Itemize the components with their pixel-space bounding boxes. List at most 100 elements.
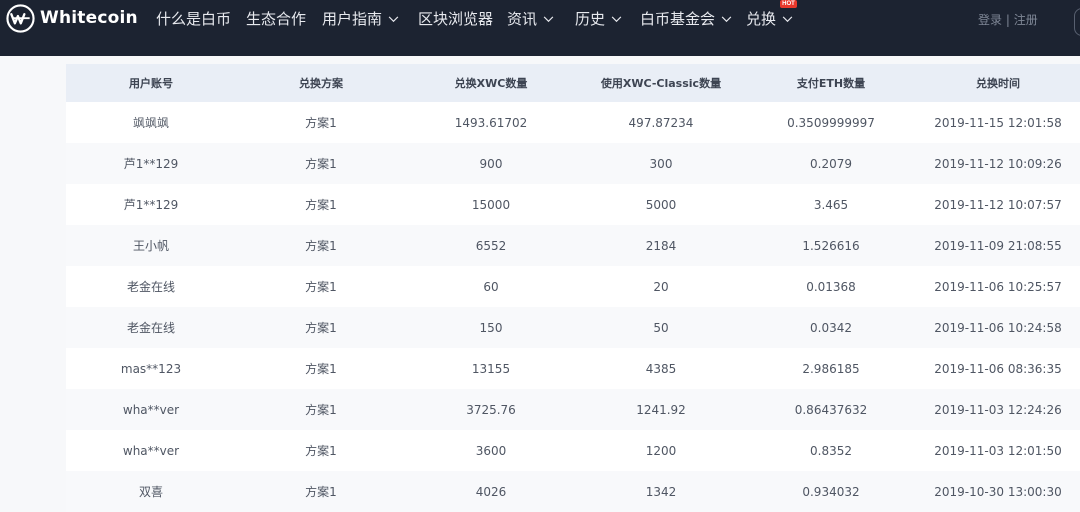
cell-plan: 方案1 [305, 321, 337, 335]
chevron-down-icon [543, 15, 554, 22]
chevron-down-icon [721, 15, 732, 22]
cell-eth-paid: 2.986185 [802, 361, 860, 376]
nav-item-foundation[interactable]: 白币基金会 [640, 8, 732, 30]
cell-xwc-classic-amount: 300 [649, 156, 673, 171]
cell-exchange-time: 2019-11-12 10:09:26 [934, 156, 1062, 171]
nav-item-label: 区块浏览器 [418, 10, 494, 28]
brand-name: Whitecoin [40, 8, 138, 28]
cell-exchange-time: 2019-11-06 10:24:58 [934, 320, 1062, 335]
cell-user-account: 芦1**129 [123, 157, 179, 171]
cell-exchange-time: 2019-11-03 12:24:26 [934, 402, 1062, 417]
table-row: 飒飒飒 方案1 1493.61702 497.87234 0.350999999… [66, 102, 1080, 143]
cell-exchange-time: 2019-11-15 12:01:58 [934, 115, 1062, 130]
cell-xwc-classic-amount: 4385 [645, 361, 677, 376]
cell-xwc-amount: 4026 [475, 484, 507, 499]
nav-item-label: 白币基金会 [640, 10, 716, 28]
cell-xwc-amount: 6552 [475, 238, 507, 253]
cell-user-account: 王小帆 [132, 239, 169, 253]
cell-xwc-amount: 900 [479, 156, 503, 171]
cell-plan: 方案1 [305, 239, 337, 253]
nav-item-label: 历史 [575, 10, 606, 28]
cell-exchange-time: 2019-11-06 10:25:57 [934, 279, 1062, 294]
cell-eth-paid: 1.526616 [802, 238, 860, 253]
cell-exchange-time: 2019-11-12 10:07:57 [934, 197, 1062, 212]
cell-exchange-time: 2019-11-03 12:01:50 [934, 443, 1062, 458]
hot-badge: HOT [780, 0, 797, 8]
auth-links: 登录 | 注册 [978, 11, 1038, 28]
nav-item-what-is-whitecoin[interactable]: 什么是白币 [156, 8, 231, 30]
exchange-records-table: 用户账号 兑换方案 兑换XWC数量 使用XWC-Classic数量 支付ETH数… [66, 64, 1080, 512]
cell-xwc-classic-amount: 20 [653, 279, 669, 294]
cell-xwc-classic-amount: 2184 [645, 238, 677, 253]
cell-user-account: 老金在线 [126, 280, 175, 294]
nav-item-label: 生态合作 [246, 10, 307, 28]
col-header-eth-paid: 支付ETH数量 [796, 77, 866, 90]
cell-xwc-classic-amount: 1241.92 [636, 402, 686, 417]
cell-xwc-amount: 150 [479, 320, 503, 335]
top-navbar: Whitecoin 什么是白币 生态合作 用户指南 区块浏览器 资讯 历史 白币… [0, 0, 1080, 56]
nav-item-exchange[interactable]: 兑换 [746, 8, 793, 30]
nav-item-ecosystem[interactable]: 生态合作 [246, 8, 306, 30]
cell-exchange-time: 2019-10-30 13:00:30 [934, 484, 1062, 499]
cell-user-account: 双喜 [138, 485, 163, 499]
table-row: 老金在线 方案1 150 50 0.0342 2019-11-06 10:24:… [66, 307, 1080, 348]
chevron-down-icon [388, 15, 399, 22]
cell-plan: 方案1 [305, 485, 337, 499]
cell-plan: 方案1 [305, 444, 337, 458]
login-link[interactable]: 登录 [978, 13, 1002, 27]
cell-eth-paid: 0.01368 [806, 279, 856, 294]
nav-item-history[interactable]: 历史 [575, 8, 622, 30]
cell-plan: 方案1 [305, 157, 337, 171]
table-row: 老金在线 方案1 60 20 0.01368 2019-11-06 10:25:… [66, 266, 1080, 307]
table-row: 芦1**129 方案1 15000 5000 3.465 2019-11-12 … [66, 184, 1080, 225]
col-header-xwc-amount: 兑换XWC数量 [454, 77, 528, 90]
table-row: 双喜 方案1 4026 1342 0.934032 2019-10-30 13:… [66, 471, 1080, 512]
cell-exchange-time: 2019-11-09 21:08:55 [934, 238, 1062, 253]
cell-xwc-classic-amount: 1200 [645, 443, 677, 458]
brand-logo[interactable]: Whitecoin [6, 3, 138, 33]
col-header-user-account: 用户账号 [129, 77, 173, 90]
cell-plan: 方案1 [305, 403, 337, 417]
col-header-exchange-time: 兑换时间 [976, 77, 1020, 90]
cell-plan: 方案1 [305, 362, 337, 376]
col-header-plan: 兑换方案 [299, 77, 343, 90]
nav-item-news[interactable]: 资讯 [507, 8, 554, 30]
cell-xwc-amount: 3725.76 [466, 402, 516, 417]
nav-item-user-guide[interactable]: 用户指南 [322, 8, 399, 30]
language-toggle[interactable] [1074, 8, 1080, 36]
exchange-records-panel: 用户账号 兑换方案 兑换XWC数量 使用XWC-Classic数量 支付ETH数… [66, 64, 1080, 512]
nav-item-label: 兑换 [746, 10, 777, 28]
cell-eth-paid: 0.0342 [810, 320, 852, 335]
register-link[interactable]: 注册 [1014, 13, 1038, 27]
cell-xwc-classic-amount: 50 [653, 320, 669, 335]
cell-xwc-classic-amount: 1342 [645, 484, 677, 499]
cell-xwc-amount: 15000 [471, 197, 511, 212]
cell-eth-paid: 3.465 [813, 197, 849, 212]
col-header-xwc-classic-amount: 使用XWC-Classic数量 [600, 77, 722, 90]
cell-plan: 方案1 [305, 116, 337, 130]
chevron-down-icon [611, 15, 622, 22]
cell-eth-paid: 0.8352 [810, 443, 852, 458]
nav-item-label: 什么是白币 [156, 10, 232, 28]
auth-separator: | [1002, 13, 1014, 27]
cell-user-account: 芦1**129 [123, 198, 179, 212]
nav-item-label: 资讯 [507, 10, 538, 28]
table-header-row: 用户账号 兑换方案 兑换XWC数量 使用XWC-Classic数量 支付ETH数… [66, 64, 1080, 102]
cell-eth-paid: 0.86437632 [794, 402, 868, 417]
cell-exchange-time: 2019-11-06 08:36:35 [934, 361, 1062, 376]
cell-xwc-amount: 1493.61702 [454, 115, 528, 130]
cell-plan: 方案1 [305, 198, 337, 212]
cell-xwc-amount: 3600 [475, 443, 507, 458]
nav-item-label: 用户指南 [322, 10, 383, 28]
table-row: wha**ver 方案1 3725.76 1241.92 0.86437632 … [66, 389, 1080, 430]
cell-eth-paid: 0.934032 [802, 484, 860, 499]
cell-user-account: wha**ver [122, 443, 180, 458]
table-row: mas**123 方案1 13155 4385 2.986185 2019-11… [66, 348, 1080, 389]
cell-user-account: wha**ver [122, 402, 180, 417]
cell-xwc-amount: 60 [483, 279, 499, 294]
table-row: 芦1**129 方案1 900 300 0.2079 2019-11-12 10… [66, 143, 1080, 184]
cell-plan: 方案1 [305, 280, 337, 294]
cell-user-account: 老金在线 [126, 321, 175, 335]
chevron-down-icon [782, 15, 793, 22]
nav-item-block-explorer[interactable]: 区块浏览器 [418, 8, 493, 30]
